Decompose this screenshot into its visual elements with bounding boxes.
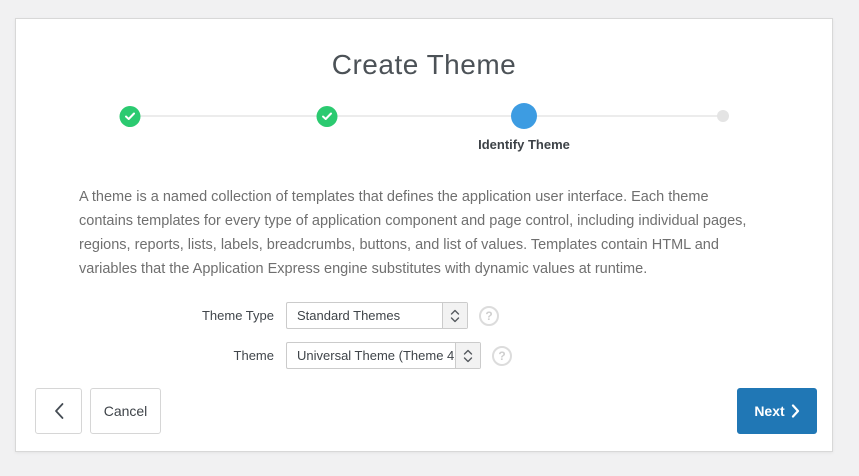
theme-type-label: Theme Type: [16, 308, 274, 323]
theme-type-help-icon[interactable]: ?: [479, 306, 499, 326]
theme-type-row: Theme Type Standard Themes ?: [16, 302, 832, 329]
theme-label: Theme: [16, 348, 274, 363]
next-button[interactable]: Next: [737, 388, 817, 434]
theme-type-select[interactable]: Standard Themes: [286, 302, 468, 329]
back-button[interactable]: [35, 388, 82, 434]
theme-select[interactable]: Universal Theme (Theme 42): [286, 342, 481, 369]
cancel-button[interactable]: Cancel: [90, 388, 161, 434]
step-4-upcoming-indicator: [717, 110, 729, 122]
theme-description-text: A theme is a named collection of templat…: [79, 185, 755, 281]
spinner-up-down-icon[interactable]: [442, 303, 467, 328]
spinner-up-down-icon[interactable]: [455, 343, 480, 368]
create-theme-wizard-dialog: Create Theme Identify Theme A theme is a…: [15, 18, 833, 452]
theme-type-selected-value: Standard Themes: [287, 303, 442, 328]
step-3-current-indicator: [511, 103, 537, 129]
wizard-progress-stepper: Identify Theme: [16, 103, 832, 161]
theme-form: Theme Type Standard Themes ? Theme Unive…: [16, 302, 832, 369]
chevron-left-icon: [53, 402, 65, 420]
theme-selected-value: Universal Theme (Theme 42): [287, 343, 455, 368]
step-1-complete-icon: [120, 106, 141, 127]
wizard-footer: Cancel Next: [35, 388, 817, 434]
checkmark-icon: [125, 112, 136, 121]
chevron-right-icon: [791, 404, 800, 418]
stepper-connector-line: [130, 115, 723, 117]
next-button-label: Next: [754, 403, 784, 419]
current-step-label: Identify Theme: [478, 137, 570, 152]
page-title: Create Theme: [16, 49, 832, 81]
theme-row: Theme Universal Theme (Theme 42) ?: [16, 342, 832, 369]
checkmark-icon: [322, 112, 333, 121]
step-2-complete-icon: [317, 106, 338, 127]
theme-help-icon[interactable]: ?: [492, 346, 512, 366]
